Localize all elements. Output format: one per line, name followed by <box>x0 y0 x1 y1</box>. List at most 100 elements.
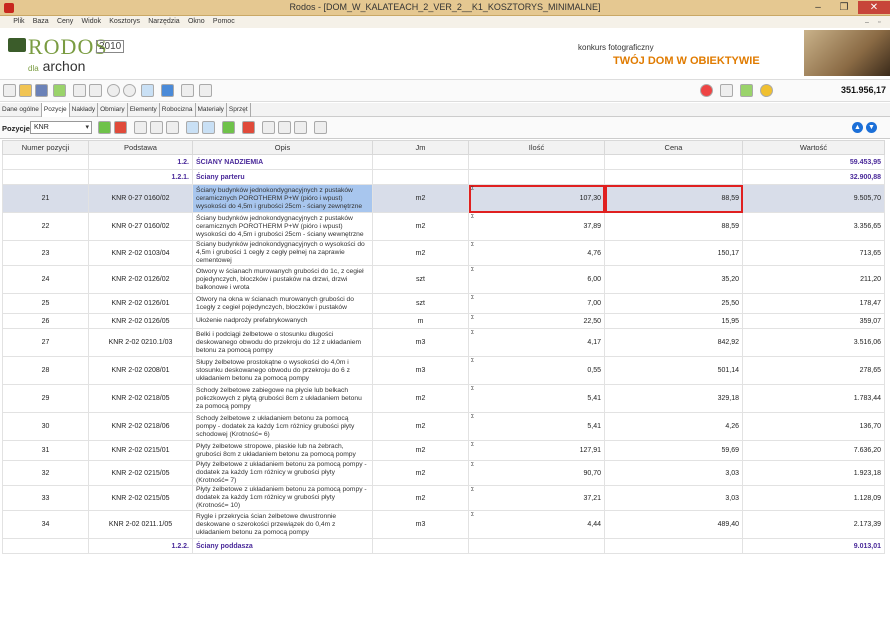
up-arrow-icon[interactable]: ▲ <box>852 122 863 133</box>
number-icon[interactable] <box>186 121 199 134</box>
cell-wartosc[interactable]: 713,65 <box>742 240 885 266</box>
cell-cena[interactable]: 4,26 <box>604 412 743 441</box>
indent-up-icon[interactable] <box>262 121 275 134</box>
cell-ilosc[interactable] <box>468 169 605 185</box>
col-ilosc[interactable]: Ilość <box>468 140 605 155</box>
col-jm[interactable]: Jm <box>372 140 469 155</box>
cell-ilosc[interactable]: 4,17 <box>468 328 605 357</box>
cell-ilosc[interactable]: 7,00 <box>468 293 605 314</box>
cell-opis[interactable]: Ułożenie nadproży prefabrykowanych <box>192 313 373 329</box>
down-arrow-icon[interactable]: ▼ <box>866 122 877 133</box>
cell-opis[interactable]: Otwory na okna w ścianach murowanych gru… <box>192 293 373 314</box>
undo-icon[interactable] <box>107 84 120 97</box>
cell-jm[interactable]: szt <box>372 293 469 314</box>
table-row[interactable]: 29 KNR 2-02 0218/05 Schody żelbetowe zabie… <box>2 384 885 413</box>
menu-ceny[interactable]: Ceny <box>54 16 76 28</box>
cell-opis[interactable]: Słupy żelbetowe prostokątne o wysokości … <box>192 356 373 385</box>
cell-ilosc[interactable]: 22,50 <box>468 313 605 329</box>
cell-numer[interactable]: 24 <box>2 265 89 294</box>
cell-ilosc[interactable] <box>468 538 605 554</box>
cell-jm[interactable]: m2 <box>372 485 469 511</box>
tab-naklady[interactable]: Nakłady <box>70 103 99 117</box>
cell-numer[interactable]: 32 <box>2 460 89 486</box>
cell-numer[interactable]: 34 <box>2 510 89 539</box>
remove-position-icon[interactable] <box>114 121 127 134</box>
cell-numer[interactable]: 27 <box>2 328 89 357</box>
tab-dane-ogolne[interactable]: Dane ogólne <box>0 103 42 117</box>
cell-opis[interactable]: Płyty żelbetowe z układaniem betonu za p… <box>192 460 373 486</box>
col-opis[interactable]: Opis <box>192 140 373 155</box>
cell-numer[interactable]: 26 <box>2 313 89 329</box>
cell-numer[interactable]: 28 <box>2 356 89 385</box>
cell-jm[interactable]: m <box>372 313 469 329</box>
cell-podstawa[interactable]: KNR 2-02 0126/02 <box>88 265 193 294</box>
menu-pomoc[interactable]: Pomoc <box>210 16 238 28</box>
tab-sprzet[interactable]: Sprzęt <box>227 103 251 117</box>
cell-numer[interactable]: 29 <box>2 384 89 413</box>
tab-robocizna[interactable]: Robocizna <box>160 103 196 117</box>
cell-opis[interactable]: Rygle i przekrycia ścian żelbetowe dwust… <box>192 510 373 539</box>
cell-podstawa[interactable]: KNR 2-02 0218/06 <box>88 412 193 441</box>
cell-opis[interactable]: Otwory w ścianach murowanych grubości do… <box>192 265 373 294</box>
cell-cena[interactable]: 489,40 <box>604 510 743 539</box>
table-row[interactable]: 23 KNR 2-02 0103/04 Ściany budynków jednok… <box>2 240 885 266</box>
tab-elementy[interactable]: Elementy <box>128 103 160 117</box>
cell-wartosc[interactable]: 7.636,20 <box>742 440 885 461</box>
help-icon[interactable] <box>760 84 773 97</box>
cell-wartosc[interactable]: 32.900,88 <box>742 169 885 185</box>
table-row[interactable]: 34 KNR 2-02 0211.1/05 Rygle i przekrycia ś… <box>2 510 885 539</box>
cell-podstawa[interactable]: 1.2.2. <box>88 538 193 554</box>
cell-numer[interactable]: 23 <box>2 240 89 266</box>
table-row[interactable]: 32 KNR 2-02 0215/05 Płyty żelbetowe z ukła… <box>2 460 885 486</box>
cell-cena[interactable] <box>604 538 743 554</box>
table-row[interactable]: 24 KNR 2-02 0126/02 Otwory w ścianach muro… <box>2 265 885 294</box>
cell-opis[interactable]: ŚCIANY NADZIEMIA <box>192 154 373 170</box>
cell-jm[interactable]: m2 <box>372 412 469 441</box>
cell-numer[interactable]: 22 <box>2 212 89 241</box>
cell-podstawa[interactable]: KNR 2-02 0103/04 <box>88 240 193 266</box>
cell-opis[interactable]: Schody żelbetowe z układaniem betonu za … <box>192 412 373 441</box>
cell-numer[interactable] <box>2 538 89 554</box>
cell-cena[interactable]: 59,69 <box>604 440 743 461</box>
cell-opis[interactable]: Ściany poddasza <box>192 538 373 554</box>
cell-podstawa[interactable]: KNR 0-27 0160/02 <box>88 184 193 213</box>
cell-cena[interactable]: 3,03 <box>604 485 743 511</box>
cell-ilosc[interactable]: 5,41 <box>468 412 605 441</box>
col-cena[interactable]: Cena <box>604 140 743 155</box>
table-row[interactable]: 26 KNR 2-02 0126/05 Ułożenie nadproży pref… <box>2 313 885 329</box>
chart-position-icon[interactable] <box>242 121 255 134</box>
cell-podstawa[interactable]: KNR 2-02 0210.1/03 <box>88 328 193 357</box>
table-row[interactable]: 33 KNR 2-02 0215/05 Płyty żelbetowe z ukła… <box>2 485 885 511</box>
cell-wartosc[interactable]: 59.453,95 <box>742 154 885 170</box>
cell-cena[interactable]: 15,95 <box>604 313 743 329</box>
minimize-button[interactable]: – <box>806 1 830 14</box>
table-row[interactable]: 27 KNR 2-02 0210.1/03 Belki i podciągi żel… <box>2 328 885 357</box>
save-icon[interactable] <box>35 84 48 97</box>
cell-cena[interactable]: 88,59 <box>604 184 743 213</box>
cell-jm[interactable]: m2 <box>372 240 469 266</box>
table-icon[interactable] <box>720 84 733 97</box>
cell-podstawa[interactable]: 1.2. <box>88 154 193 170</box>
cell-ilosc[interactable]: 37,21 <box>468 485 605 511</box>
promo-title[interactable]: TWÓJ DOM W OBIEKTYWIE <box>613 55 760 67</box>
cell-podstawa[interactable]: 1.2.1. <box>88 169 193 185</box>
cell-cena[interactable]: 329,18 <box>604 384 743 413</box>
tab-obmiary[interactable]: Obmiary <box>98 103 128 117</box>
menu-widok[interactable]: Widok <box>79 16 104 28</box>
cell-ilosc[interactable]: 127,91 <box>468 440 605 461</box>
open-folder-icon[interactable] <box>19 84 32 97</box>
add-position-icon[interactable] <box>98 121 111 134</box>
cell-numer[interactable]: 31 <box>2 440 89 461</box>
cell-ilosc[interactable] <box>468 154 605 170</box>
cell-opis[interactable]: Ściany budynków jednokondygnacyjnych z p… <box>192 184 373 213</box>
close-button[interactable]: ✕ <box>858 1 890 14</box>
cell-numer[interactable] <box>2 154 89 170</box>
cell-wartosc[interactable]: 1.128,09 <box>742 485 885 511</box>
cell-jm[interactable]: m2 <box>372 212 469 241</box>
window-icon[interactable] <box>141 84 154 97</box>
table-row[interactable]: 28 KNR 2-02 0208/01 Słupy żelbetowe prosto… <box>2 356 885 385</box>
cell-wartosc[interactable]: 9.013,01 <box>742 538 885 554</box>
cell-wartosc[interactable]: 359,07 <box>742 313 885 329</box>
copy-icon[interactable] <box>150 121 163 134</box>
cell-podstawa[interactable]: KNR 2-02 0215/05 <box>88 485 193 511</box>
